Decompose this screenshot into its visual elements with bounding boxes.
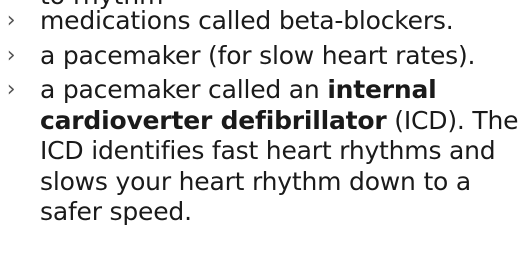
list-item-text-prefix: a pacemaker called an bbox=[40, 75, 328, 104]
document-body: to rhythm › medications called beta-bloc… bbox=[0, 0, 529, 262]
treatment-list: › medications called beta-blockers. › a … bbox=[0, 6, 529, 232]
bullet-chevron-icon: › bbox=[6, 8, 16, 33]
list-item: › a pacemaker (for slow heart rates). bbox=[0, 41, 529, 72]
list-item: › a pacemaker called an internal cardiov… bbox=[0, 75, 529, 228]
list-item: › medications called beta-blockers. bbox=[0, 6, 529, 37]
list-item-text: a pacemaker (for slow heart rates). bbox=[40, 40, 476, 70]
bullet-chevron-icon: › bbox=[6, 42, 16, 68]
bullet-chevron-icon: › bbox=[6, 77, 16, 102]
list-item-text: medications called beta-blockers. bbox=[40, 6, 454, 35]
